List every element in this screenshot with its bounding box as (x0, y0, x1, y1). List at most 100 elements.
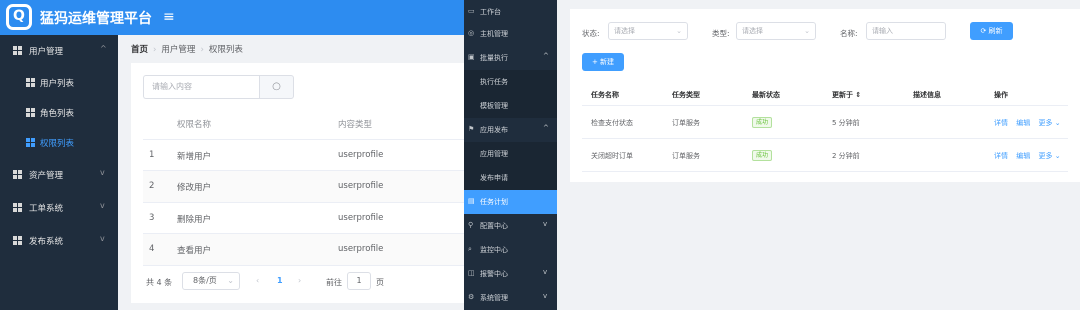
menu-item-release-request[interactable]: 发布申请 (464, 166, 557, 190)
column-header-actions: 操作 (994, 91, 1008, 99)
menu-item-label: 批量执行 (480, 54, 508, 62)
grid-icon (13, 46, 22, 55)
app-logo: Q (6, 4, 32, 30)
grid-icon (13, 203, 22, 212)
menu-item-system-management[interactable]: ⚙ 系统管理 v (464, 286, 557, 310)
sidebar-item-asset-management[interactable]: 资产管理 v (0, 161, 118, 189)
menu-item-label: 执行任务 (480, 78, 508, 86)
updated-time: 5 分钟前 (832, 119, 860, 127)
table-row[interactable]: 2 修改用户 userprofile (143, 171, 464, 203)
new-task-button[interactable]: + 新建 (582, 53, 624, 71)
menu-item-execute-task[interactable]: 执行任务 (464, 70, 557, 94)
name-input[interactable]: 请输入 (866, 22, 946, 40)
current-page[interactable]: 1 (277, 276, 283, 285)
menu-item-alarm-center[interactable]: ◫ 报警中心 v (464, 262, 557, 286)
type-select[interactable]: 请选择 ⌄ (736, 22, 816, 40)
menu-item-label: 配置中心 (480, 222, 508, 230)
table-row[interactable]: 1 新增用户 userprofile (143, 140, 464, 171)
table-row[interactable]: 3 删除用户 userprofile (143, 203, 464, 234)
monitor-center-icon: ⌕ (468, 245, 472, 253)
menu-item-template-management[interactable]: 模板管理 (464, 94, 557, 118)
sidebar-item-label: 发布系统 (29, 237, 64, 247)
column-header-description: 描述信息 (913, 91, 941, 99)
menu-item-task-schedule[interactable]: ▤ 任务计划 (464, 190, 557, 214)
column-header-updated-at[interactable]: 更新于 ⇕ (832, 90, 861, 100)
task-table: 任务名称 任务类型 最新状态 更新于 ⇕ 描述信息 操作 检查支付状态 订单服务… (582, 82, 1068, 172)
table-row[interactable]: 4 查看用户 userprofile (143, 234, 464, 266)
refresh-button[interactable]: ⟳ 刷新 (970, 22, 1013, 40)
goto-page-input[interactable]: 1 (347, 272, 371, 290)
detail-link[interactable]: 详情 (994, 119, 1008, 127)
grid-icon (26, 78, 35, 87)
more-dropdown[interactable]: 更多 ⌄ (1038, 119, 1060, 127)
permission-name: 修改用户 (177, 183, 212, 193)
prev-page-button[interactable]: ‹ (256, 276, 259, 285)
chevron-down-icon: v (100, 168, 105, 177)
menu-item-label: 报警中心 (480, 270, 508, 278)
name-filter-label: 名称: (840, 29, 858, 38)
row-index: 2 (149, 181, 155, 191)
sidebar-item-release-system[interactable]: 发布系统 v (0, 227, 118, 255)
status-badge: 成功 (752, 117, 773, 128)
chevron-down-icon: v (543, 220, 548, 228)
search-button[interactable]: ○ (259, 75, 294, 99)
updated-time: 2 分钟前 (832, 152, 860, 160)
grid-icon (26, 138, 35, 147)
chevron-up-icon: ^ (543, 52, 549, 60)
menu-item-batch-execution[interactable]: ▣ 批量执行 ^ (464, 46, 557, 70)
menu-item-label: 任务计划 (480, 198, 508, 206)
flag-icon: ⚑ (468, 125, 475, 133)
sidebar-item-role-list[interactable]: 角色列表 (0, 99, 118, 127)
grid-icon (13, 236, 22, 245)
edit-link[interactable]: 编辑 (1016, 119, 1030, 127)
sidebar-item-label: 资产管理 (29, 171, 64, 181)
detail-link[interactable]: 详情 (994, 152, 1008, 160)
permission-table: 权限名称 内容类型 1 新增用户 userprofile 2 修改用户 user… (143, 108, 464, 266)
menu-item-workbench[interactable]: ▭ 工作台 (464, 0, 557, 24)
status-badge: 成功 (752, 150, 773, 161)
chevron-down-icon: v (543, 268, 548, 276)
menu-item-config-center[interactable]: ⚲ 配置中心 v (464, 214, 557, 238)
gear-icon: ⚙ (468, 293, 475, 301)
row-index: 1 (149, 149, 155, 160)
menu-item-app-release[interactable]: ⚑ 应用发布 ^ (464, 118, 557, 142)
breadcrumb-home[interactable]: 首页 (131, 45, 148, 55)
chevron-up-icon: ^ (543, 124, 549, 132)
table-header-row: 权限名称 内容类型 (143, 108, 464, 140)
sidebar-item-user-list[interactable]: 用户列表 (0, 69, 118, 97)
menu-item-host-management[interactable]: ◎ 主机管理 (464, 22, 557, 46)
menu-item-label: 应用管理 (480, 150, 508, 158)
row-index: 4 (149, 244, 155, 254)
menu-toggle-icon[interactable]: ≡ (163, 8, 175, 26)
menu-item-app-management[interactable]: 应用管理 (464, 142, 557, 166)
search-input[interactable]: 请输入内容 (143, 75, 259, 99)
sidebar-item-user-management[interactable]: 用户管理 ^ (0, 37, 118, 65)
column-header-latest-status: 最新状态 (752, 91, 780, 99)
menu-item-monitor-center[interactable]: ⌕ 监控中心 (464, 238, 557, 262)
permission-name: 查看用户 (177, 246, 212, 256)
menu-item-label: 监控中心 (480, 246, 508, 254)
breadcrumb-separator: › (200, 45, 204, 55)
more-dropdown[interactable]: 更多 ⌄ (1038, 152, 1060, 160)
page-size-select[interactable]: 8条/页 ⌄ (182, 272, 240, 290)
calendar-icon: ▤ (468, 197, 475, 205)
ops-sidebar-menu: ▭ 工作台 ◎ 主机管理 ▣ 批量执行 ^ 执行任务 模板管理 ⚑ 应用发布 ^… (464, 0, 557, 310)
chevron-down-icon: v (100, 234, 105, 243)
permission-card: 请输入内容 ○ 权限名称 内容类型 1 新增用户 userprofile 2 修… (131, 63, 464, 303)
permission-list-screen: Q 猛犸运维管理平台 ≡ 用户管理 ^ 用户列表 角色列表 权限列表 资产管理 … (0, 0, 464, 310)
chevron-down-icon: ⌄ (227, 276, 234, 285)
page-suffix: 页 (376, 278, 384, 287)
sidebar-item-ticket-system[interactable]: 工单系统 v (0, 194, 118, 222)
menu-item-label: 模板管理 (480, 102, 508, 110)
status-select[interactable]: 请选择 ⌄ (608, 22, 688, 40)
sidebar-item-permission-list[interactable]: 权限列表 (0, 129, 118, 157)
chevron-down-icon: ⌄ (676, 27, 682, 35)
column-header-task-name: 任务名称 (591, 91, 619, 99)
next-page-button[interactable]: › (298, 276, 301, 285)
column-header-content-type: 内容类型 (338, 120, 373, 130)
chevron-down-icon: ⌄ (804, 27, 810, 35)
pagination: 共 4 条 8条/页 ⌄ ‹ 1 › 前往 1 页 (146, 271, 464, 291)
breadcrumb-user-management[interactable]: 用户管理 (161, 45, 195, 55)
edit-link[interactable]: 编辑 (1016, 152, 1030, 160)
sidebar: 用户管理 ^ 用户列表 角色列表 权限列表 资产管理 v 工单系统 v 发布系统 (0, 35, 118, 310)
